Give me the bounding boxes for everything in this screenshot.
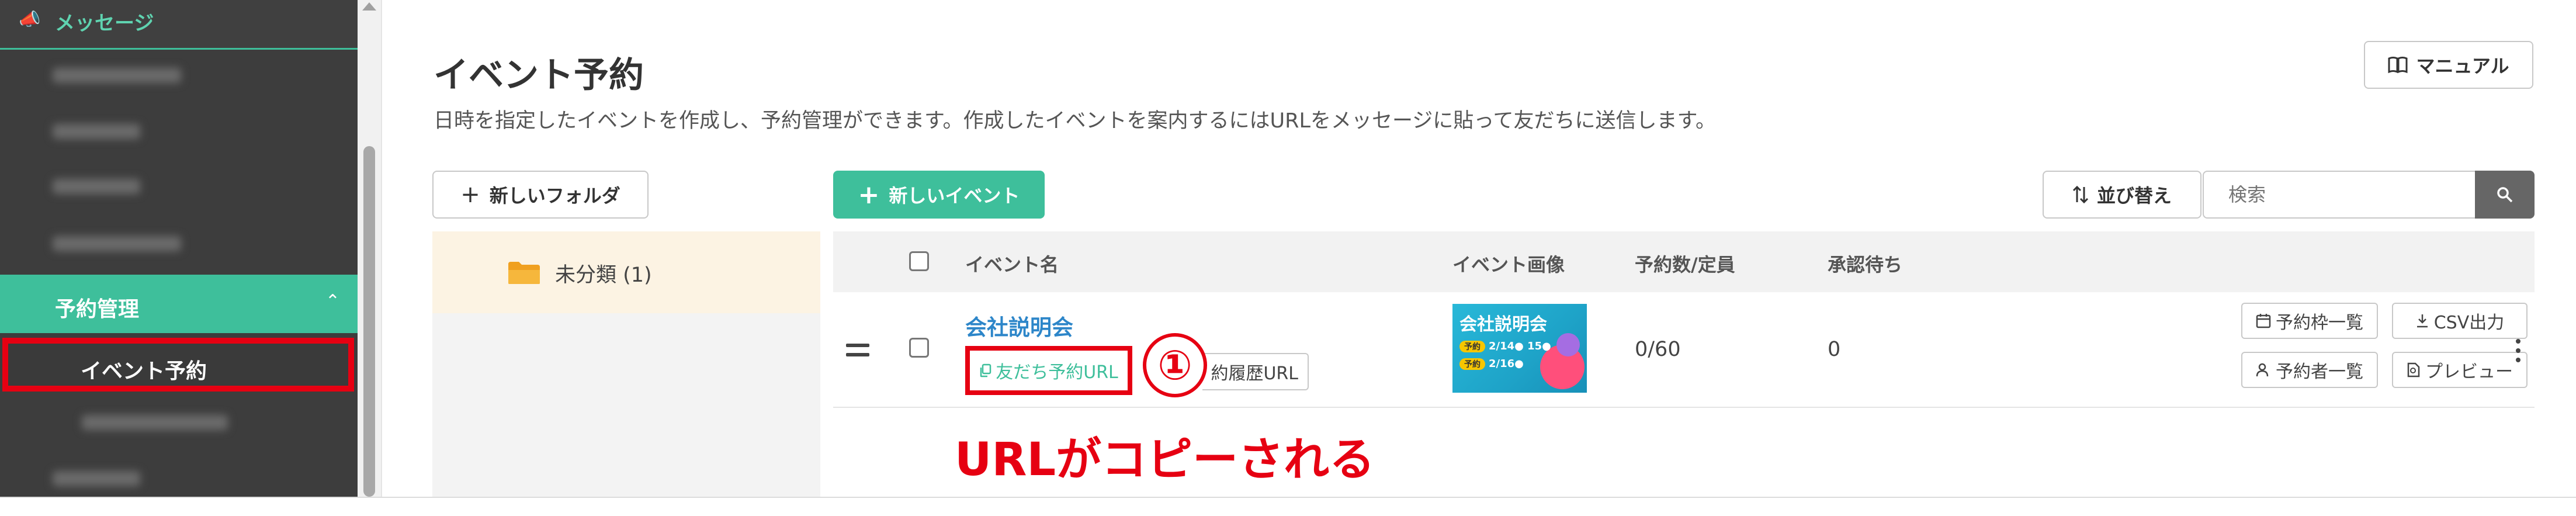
plus-icon: +	[460, 181, 480, 208]
blurred-sidebar-item[interactable]	[53, 68, 181, 83]
csv-export-button[interactable]: CSV出力	[2392, 303, 2528, 339]
select-all-checkbox[interactable]	[909, 251, 929, 271]
event-thumbnail: 会社説明会 予約 2/14● 15● 予約 2/16●	[1452, 304, 1587, 393]
megaphone-icon: 📣	[19, 9, 41, 30]
slot-list-button[interactable]: 予約枠一覧	[2241, 303, 2378, 339]
new-event-button-label: 新しいイベント	[889, 185, 1020, 207]
blurred-sidebar-item[interactable]	[53, 124, 140, 139]
main-content: イベント予約 日時を指定したイベントを作成し、予約管理ができます。作成したイベン…	[381, 0, 2576, 497]
sidebar-scrollbar[interactable]	[358, 0, 381, 497]
thumbnail-decoration	[1556, 333, 1580, 356]
folder-label: 未分類 (1)	[555, 264, 652, 287]
friend-reservation-url-button[interactable]: 友だち予約URL	[965, 346, 1132, 395]
thumbnail-pill: 予約	[1459, 358, 1485, 370]
column-header-pending: 承認待ち	[1828, 254, 1903, 276]
thumbnail-line-text: 2/14● 15●	[1489, 340, 1551, 352]
blurred-sidebar-item[interactable]	[53, 179, 140, 194]
manual-button-label: マニュアル	[2416, 55, 2509, 77]
sidebar-item-label: イベント予約	[81, 359, 207, 383]
scroll-up-arrow-icon[interactable]	[362, 2, 376, 11]
download-icon	[2416, 314, 2428, 328]
chevron-up-icon: ⌃	[325, 291, 340, 311]
folder-panel: 未分類 (1)	[432, 231, 820, 497]
folder-item-uncategorized[interactable]: 未分類 (1)	[432, 231, 820, 313]
csv-export-label: CSV出力	[2433, 313, 2505, 333]
sort-icon	[2072, 185, 2089, 204]
sidebar-section-label: 予約管理	[55, 297, 140, 321]
pending-count: 0	[1828, 338, 1841, 361]
sidebar-item-label: メッセージ	[55, 12, 154, 35]
reservers-list-button[interactable]: 予約者一覧	[2241, 352, 2378, 388]
thumbnail-title: 会社説明会	[1459, 314, 1547, 335]
scrollbar-thumb[interactable]	[363, 146, 375, 497]
thumbnail-pill: 予約	[1459, 340, 1485, 352]
thumbnail-line: 予約 2/14● 15●	[1459, 340, 1551, 352]
blurred-sidebar-item[interactable]	[53, 236, 181, 251]
plus-icon: +	[858, 179, 880, 210]
copy-icon	[980, 363, 991, 378]
table-row: 会社説明会 約履歴URL 友だち予約URL ① 会社説明会 予約 2/14● 1…	[833, 292, 2535, 408]
step-number-badge: ①	[1143, 333, 1207, 397]
history-url-label: 約履歴URL	[1211, 363, 1298, 384]
column-header-event-name: イベント名	[965, 254, 1059, 276]
sort-button-label: 並び替え	[2096, 185, 2172, 207]
slot-list-label: 予約枠一覧	[2276, 313, 2363, 333]
preview-label: プレビュー	[2425, 362, 2513, 382]
blurred-sidebar-item[interactable]	[53, 471, 140, 486]
row-checkbox[interactable]	[909, 338, 929, 358]
thumbnail-line: 予約 2/16●	[1459, 358, 1524, 370]
preview-icon	[2407, 362, 2420, 378]
new-folder-button-label: 新しいフォルダ	[489, 185, 620, 207]
search-input[interactable]	[2203, 171, 2475, 219]
table-header: イベント名 イベント画像 予約数/定員 承認待ち	[833, 231, 2535, 292]
preview-button[interactable]: プレビュー	[2392, 352, 2528, 388]
event-name-link[interactable]: 会社説明会	[965, 310, 1073, 341]
book-icon	[2388, 57, 2408, 74]
blurred-sidebar-item[interactable]	[82, 415, 228, 430]
reservation-history-url-button[interactable]: 約履歴URL	[1202, 353, 1309, 390]
sidebar: 📣 メッセージ 予約管理 ⌃ イベント予約	[0, 0, 358, 497]
user-icon	[2256, 363, 2269, 377]
reservation-count: 0/60	[1635, 338, 1681, 361]
page-description: 日時を指定したイベントを作成し、予約管理ができます。作成したイベントを案内するに…	[434, 109, 1716, 133]
new-folder-button[interactable]: + 新しいフォルダ	[432, 171, 649, 219]
column-header-reservations: 予約数/定員	[1635, 254, 1735, 276]
friend-url-label: 友だち予約URL	[996, 362, 1118, 383]
page-title: イベント予約	[434, 55, 644, 96]
new-event-button[interactable]: + 新しいイベント	[833, 171, 1045, 219]
reservers-list-label: 予約者一覧	[2276, 362, 2363, 382]
thumbnail-line-text: 2/16●	[1489, 358, 1524, 370]
manual-button[interactable]: マニュアル	[2364, 41, 2533, 89]
more-options-icon[interactable]	[2516, 339, 2522, 367]
sidebar-item-event-reservation[interactable]: イベント予約	[2, 338, 354, 392]
search-icon	[2497, 187, 2513, 203]
folder-icon	[508, 262, 540, 284]
page-bottom-border	[0, 497, 2576, 498]
annotation-caption: URLがコピーされる	[955, 434, 1375, 486]
search-button[interactable]	[2475, 171, 2535, 219]
calendar-icon	[2256, 314, 2271, 328]
drag-handle-icon[interactable]	[846, 344, 869, 362]
sidebar-section-reservation[interactable]: 予約管理 ⌃	[0, 275, 358, 333]
sidebar-item-message[interactable]: 📣 メッセージ	[0, 0, 358, 50]
sort-button[interactable]: 並び替え	[2043, 171, 2201, 219]
column-header-event-image: イベント画像	[1452, 254, 1565, 276]
